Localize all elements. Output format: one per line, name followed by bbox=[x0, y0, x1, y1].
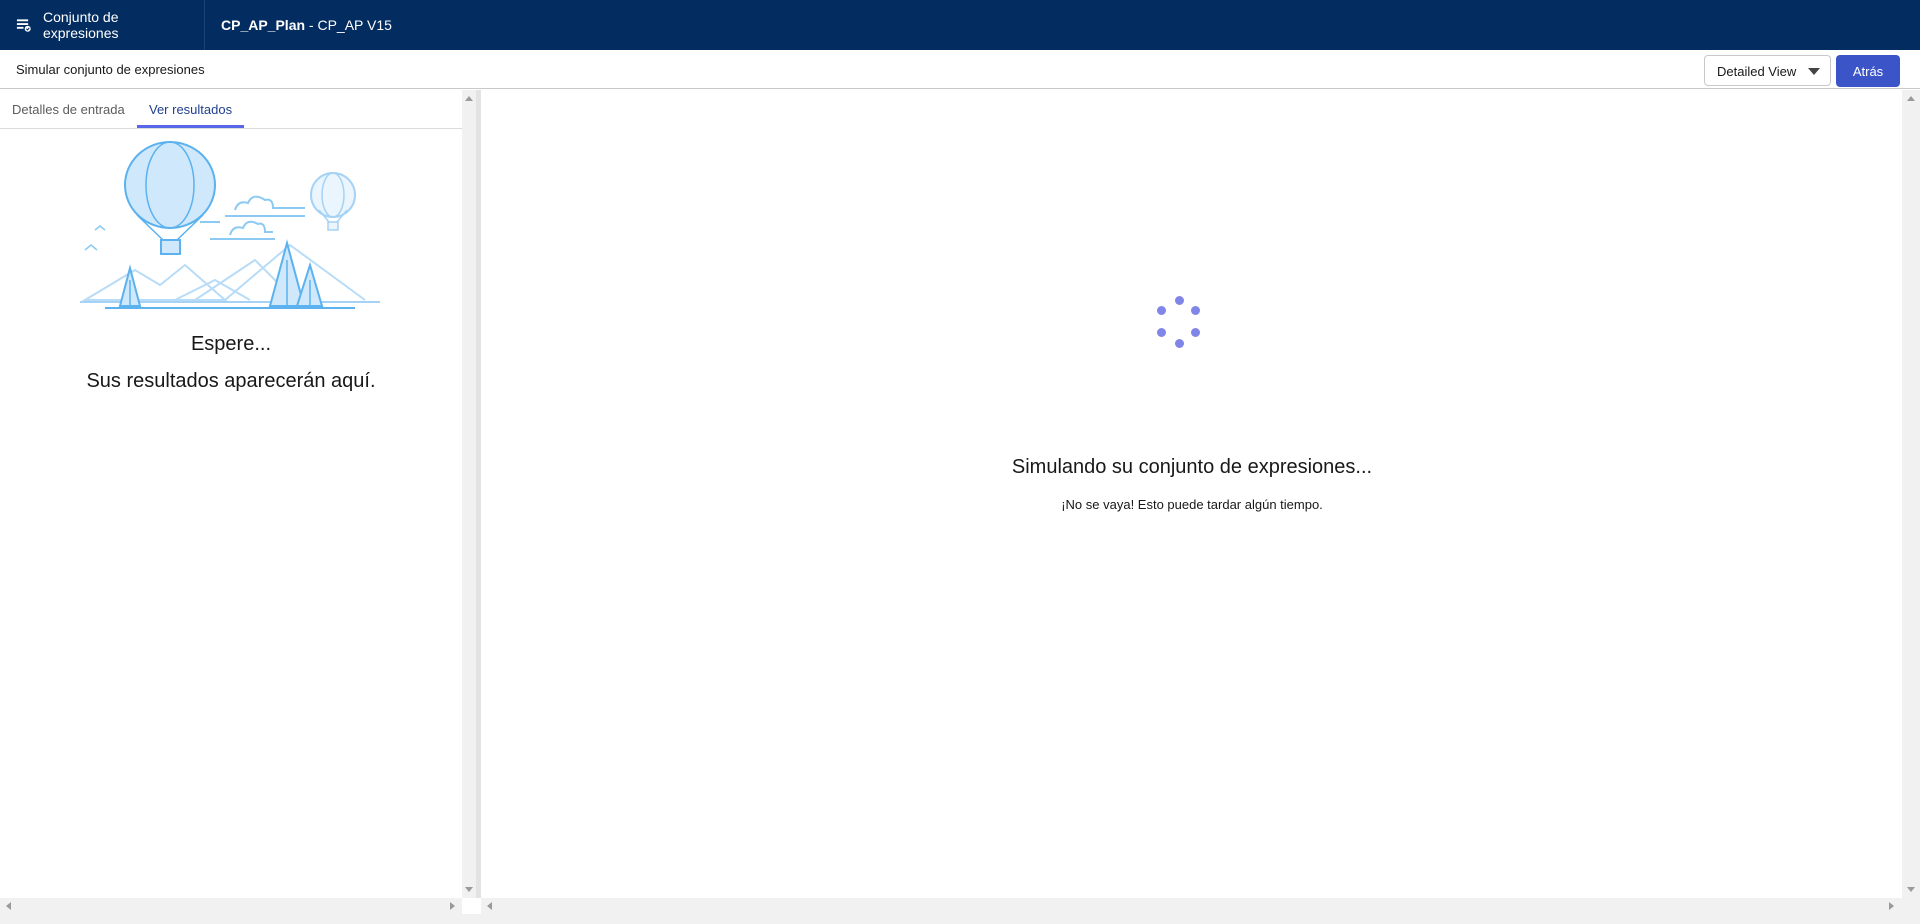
scroll-left-arrow-icon[interactable] bbox=[487, 902, 492, 910]
scroll-up-arrow-icon[interactable] bbox=[465, 96, 473, 101]
scroll-right-arrow-icon[interactable] bbox=[450, 902, 455, 910]
chevron-down-icon bbox=[1808, 68, 1820, 75]
tab-view-results[interactable]: Ver resultados bbox=[149, 102, 232, 117]
app-title-tab[interactable]: Conjunto de expresiones bbox=[0, 0, 205, 50]
view-select-value: Detailed View bbox=[1717, 64, 1797, 79]
app-header: Conjunto de expresiones CP_AP_Plan - CP_… bbox=[0, 0, 1920, 50]
record-suffix: - CP_AP V15 bbox=[305, 17, 392, 33]
app-title: Conjunto de expresiones bbox=[42, 9, 119, 41]
back-button[interactable]: Atrás bbox=[1836, 55, 1900, 87]
wait-title: Espere... bbox=[190, 333, 272, 355]
right-vertical-scrollbar[interactable] bbox=[1902, 90, 1920, 898]
left-vertical-scrollbar[interactable] bbox=[462, 90, 476, 898]
right-horizontal-scrollbar[interactable] bbox=[481, 898, 1920, 914]
record-title: CP_AP_Plan - CP_AP V15 bbox=[205, 17, 392, 33]
panel-splitter[interactable] bbox=[476, 90, 481, 898]
view-select[interactable]: Detailed View bbox=[1704, 55, 1831, 86]
record-name: CP_AP_Plan bbox=[221, 17, 306, 33]
tab-bar: Detalles de entrada Ver resultados bbox=[0, 90, 462, 129]
simulation-subtitle: ¡No se vaya! Esto puede tardar algún tie… bbox=[1061, 497, 1323, 512]
page-subheader: Simular conjunto de expresiones Detailed… bbox=[0, 50, 1920, 89]
active-tab-indicator bbox=[137, 125, 244, 128]
tab-input-details[interactable]: Detalles de entrada bbox=[12, 102, 125, 117]
scroll-down-arrow-icon[interactable] bbox=[465, 887, 473, 892]
left-horizontal-scrollbar[interactable] bbox=[0, 898, 462, 914]
main-panel bbox=[483, 90, 1901, 898]
wait-subtitle: Sus resultados aparecerán aquí. bbox=[86, 370, 376, 392]
simulation-title: Simulando su conjunto de expresiones... bbox=[1011, 456, 1373, 478]
scroll-left-arrow-icon[interactable] bbox=[6, 902, 11, 910]
loading-spinner-icon bbox=[1150, 292, 1210, 352]
window-bottom-edge bbox=[0, 914, 1920, 924]
scroll-up-arrow-icon[interactable] bbox=[1907, 96, 1915, 101]
page-title: Simular conjunto de expresiones bbox=[16, 62, 205, 77]
balloon-illustration bbox=[80, 141, 380, 309]
expression-set-icon bbox=[16, 19, 31, 32]
left-panel: Detalles de entrada Ver resultados Esper… bbox=[0, 90, 462, 898]
scroll-right-arrow-icon[interactable] bbox=[1889, 902, 1894, 910]
scroll-down-arrow-icon[interactable] bbox=[1907, 887, 1915, 892]
